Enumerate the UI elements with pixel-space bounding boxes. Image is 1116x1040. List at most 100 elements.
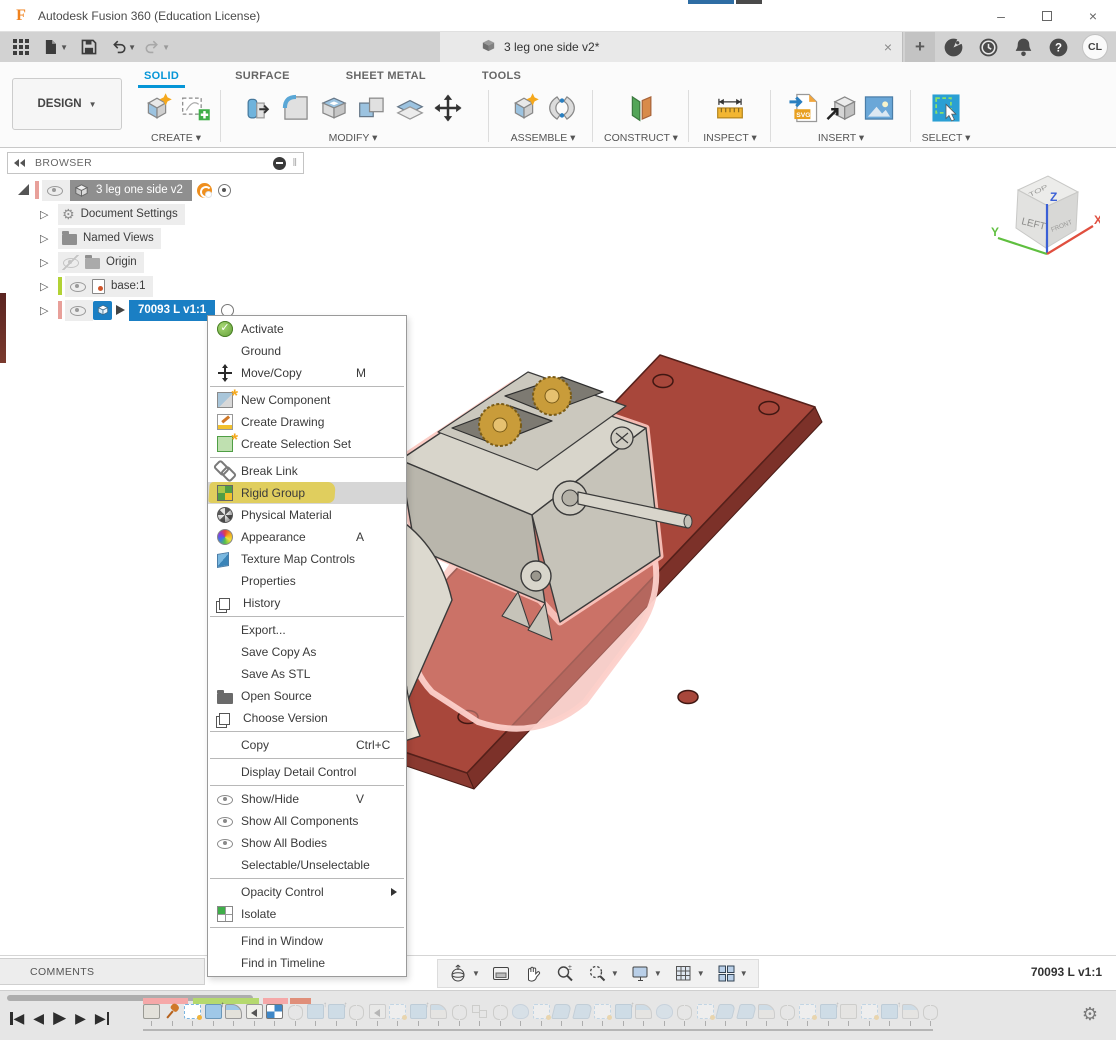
timeline-feature-joint-suppressed[interactable]	[451, 1004, 468, 1026]
ribbon-group-label[interactable]: CREATE ▾	[151, 132, 201, 144]
timeline-feature-box[interactable]	[143, 1004, 160, 1026]
timeline-feature-flag-suppressed[interactable]	[553, 1004, 570, 1026]
timeline-feature-joint-suppressed[interactable]	[287, 1004, 304, 1026]
comments-panel[interactable]: COMMENTS	[0, 958, 205, 985]
ribbon-group-label[interactable]: CONSTRUCT ▾	[604, 132, 678, 144]
ribbon-group-label[interactable]: MODIFY ▾	[329, 132, 378, 144]
timeline-feature-flag-suppressed[interactable]	[717, 1004, 734, 1026]
timeline-feature-extrude-suppressed[interactable]	[307, 1004, 324, 1026]
browser-row-origin[interactable]: ▷ Origin	[40, 250, 234, 274]
notifications-bell-icon[interactable]	[1012, 36, 1035, 59]
timeline-feature-joint-suppressed[interactable]	[676, 1004, 693, 1026]
menu-item-find-in-window[interactable]: Find in Window	[208, 930, 406, 952]
joint-tool-icon[interactable]	[546, 92, 578, 127]
timeline-feature-extrude-suppressed[interactable]	[410, 1004, 427, 1026]
canvas-tool-icon[interactable]	[863, 92, 895, 127]
fillet-tool-icon[interactable]	[280, 92, 312, 127]
view-cube[interactable]: TOP LEFT FRONT Z Y X	[990, 164, 1100, 266]
selected-component-label[interactable]: 70093 L v1:1	[129, 300, 215, 321]
pan-icon[interactable]	[523, 963, 544, 984]
menu-item-display-detail-control[interactable]: Display Detail Control	[208, 761, 406, 783]
timeline-feature-flag-suppressed[interactable]	[738, 1004, 755, 1026]
design-workspace-selector[interactable]: DESIGN▼	[12, 78, 122, 130]
timeline-feature-form-suppressed[interactable]	[512, 1004, 529, 1026]
timeline-feature-fillet[interactable]	[225, 1004, 242, 1026]
timeline-feature-joint-suppressed[interactable]	[492, 1004, 509, 1026]
file-menu-button[interactable]: ▼	[42, 35, 68, 59]
job-status-clock-icon[interactable]	[977, 36, 1000, 59]
shell-tool-icon[interactable]	[318, 92, 350, 127]
menu-item-show-all-bodies[interactable]: Show All Bodies	[208, 832, 406, 854]
root-component-label[interactable]: 3 leg one side v2	[70, 180, 192, 201]
move-tool-icon[interactable]	[432, 92, 464, 127]
browser-row-root[interactable]: 3 leg one side v2	[0, 178, 234, 202]
browser-panel-header[interactable]: BROWSER ‖	[7, 152, 304, 174]
timeline-feature-sketch-suppressed[interactable]	[799, 1004, 816, 1026]
menu-item-create-selection-set[interactable]: Create Selection Set	[208, 433, 406, 455]
select-tool-icon[interactable]	[930, 92, 962, 127]
timeline-feature-joint-suppressed[interactable]	[779, 1004, 796, 1026]
timeline-feature-insert[interactable]	[246, 1004, 263, 1026]
ribbon-group-label[interactable]: ASSEMBLE ▾	[511, 132, 576, 144]
zoom-icon[interactable]: ±	[555, 963, 576, 984]
extensions-icon[interactable]	[942, 36, 965, 59]
ribbon-group-label[interactable]: INSERT ▾	[818, 132, 864, 144]
menu-item-show-hide[interactable]: Show/HideV	[208, 788, 406, 810]
step-back-button[interactable]: ◀	[33, 1010, 44, 1027]
timeline-feature-fillet-suppressed[interactable]	[758, 1004, 775, 1026]
save-button[interactable]	[76, 35, 102, 59]
browser-row-named-views[interactable]: ▷ Named Views	[40, 226, 234, 250]
tab-sheet-metal[interactable]: SHEET METAL	[340, 66, 432, 88]
menu-item-export[interactable]: Export...	[208, 619, 406, 641]
menu-item-physical-material[interactable]: Physical Material	[208, 504, 406, 526]
timeline-settings-gear-icon[interactable]: ⚙	[1082, 1005, 1098, 1023]
timeline-feature-extrude-suppressed[interactable]	[881, 1004, 898, 1026]
browser-row-base[interactable]: ▷ base:1	[40, 274, 234, 298]
mesh-tool-icon[interactable]	[825, 92, 857, 127]
timeline-feature-fillet-suppressed[interactable]	[902, 1004, 919, 1026]
menu-item-save-as-stl[interactable]: Save As STL	[208, 663, 406, 685]
new-tab-button[interactable]: +	[905, 32, 935, 62]
close-button[interactable]: ×	[1070, 0, 1116, 32]
ribbon-group-label[interactable]: INSPECT ▾	[703, 132, 757, 144]
orbit-icon[interactable]: ▼	[448, 963, 480, 984]
newcomp-tool-icon[interactable]	[141, 92, 173, 127]
timeline-feature-sketch-suppressed[interactable]	[594, 1004, 611, 1026]
timeline-feature-form-suppressed[interactable]	[656, 1004, 673, 1026]
menu-item-activate[interactable]: Activate	[208, 318, 406, 340]
tab-surface[interactable]: SURFACE	[229, 66, 296, 88]
timeline-feature-extrude-suppressed[interactable]	[820, 1004, 837, 1026]
collapse-panel-icon[interactable]	[14, 159, 25, 167]
visibility-eye-icon[interactable]	[69, 303, 86, 318]
timeline-feature-sketch-suppressed[interactable]	[389, 1004, 406, 1026]
offset-tool-icon[interactable]	[394, 92, 426, 127]
tab-close-icon[interactable]: ×	[884, 39, 892, 55]
grid-settings-icon[interactable]: ▼	[673, 963, 705, 984]
presspull-tool-icon[interactable]	[242, 92, 274, 127]
zoom-window-icon[interactable]: ▼	[587, 963, 619, 984]
timeline-feature-extrude[interactable]	[205, 1004, 222, 1026]
menu-item-selectable-unselectable[interactable]: Selectable/Unselectable	[208, 854, 406, 876]
minimize-button[interactable]: –	[978, 0, 1024, 32]
activate-radio-icon[interactable]	[218, 184, 231, 197]
timeline-feature-sketch-suppressed[interactable]	[697, 1004, 714, 1026]
plane-tool-icon[interactable]	[625, 92, 657, 127]
redo-button[interactable]: ▼	[144, 35, 170, 59]
timeline-feature-fillet-suppressed[interactable]	[430, 1004, 447, 1026]
collapsed-arrow-icon[interactable]: ▷	[40, 280, 52, 293]
menu-item-save-copy-as[interactable]: Save Copy As	[208, 641, 406, 663]
timeline-feature-link-suppressed[interactable]	[471, 1004, 488, 1026]
timeline-feature-sketch[interactable]	[184, 1004, 201, 1026]
collapsed-arrow-icon[interactable]: ▷	[40, 232, 52, 245]
collapsed-arrow-icon[interactable]: ▷	[40, 208, 52, 221]
panel-minus-icon[interactable]	[273, 157, 286, 170]
help-icon[interactable]: ?	[1047, 36, 1070, 59]
display-settings-icon[interactable]: ▼	[630, 963, 662, 984]
tab-solid[interactable]: SOLID	[138, 66, 185, 88]
menu-item-history[interactable]: History	[208, 592, 406, 614]
skip-to-start-button[interactable]: ◀	[10, 1010, 24, 1027]
timeline-feature-sketch-suppressed[interactable]	[533, 1004, 550, 1026]
timeline-feature-fillet-suppressed[interactable]	[635, 1004, 652, 1026]
tab-tools[interactable]: TOOLS	[476, 66, 527, 88]
ribbon-group-label[interactable]: SELECT ▾	[922, 132, 971, 144]
